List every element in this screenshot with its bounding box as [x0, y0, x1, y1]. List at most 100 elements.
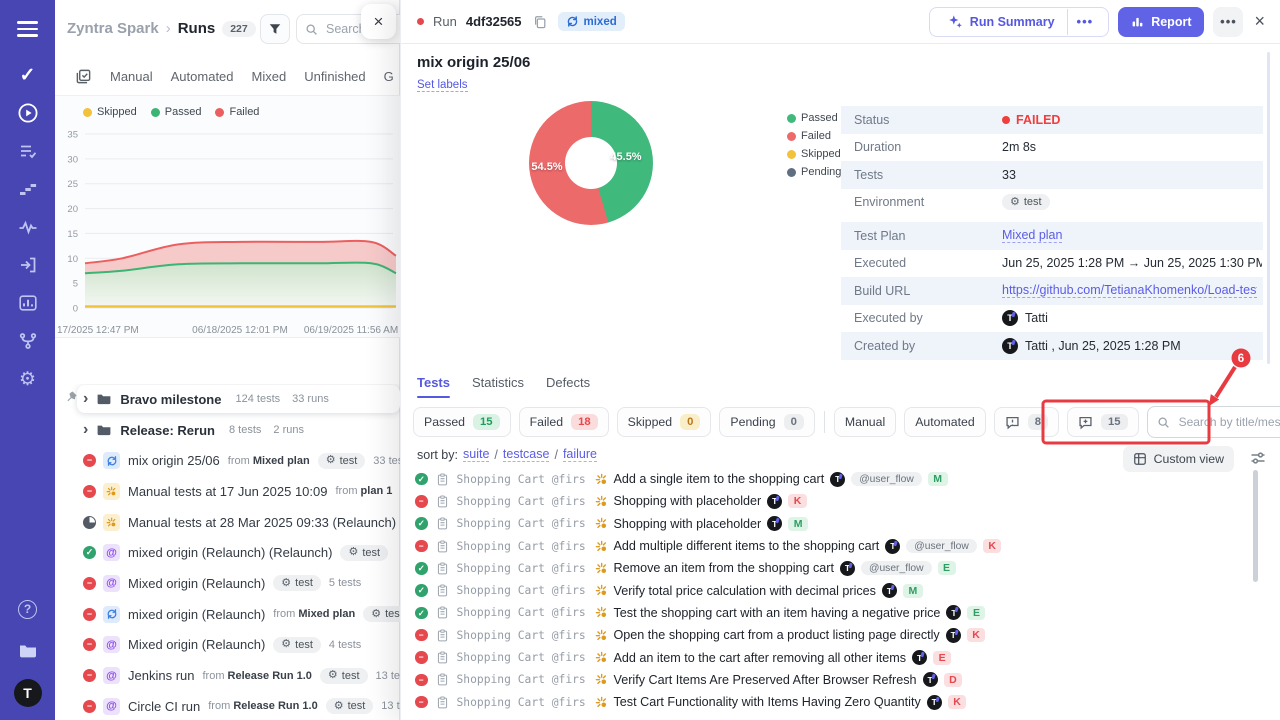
chevron-right-icon[interactable]: › [83, 422, 88, 438]
run-row[interactable]: −@Jenkins runfrom Release Run 1.0⚙test13… [55, 660, 400, 691]
tests-search-input[interactable] [1177, 414, 1280, 430]
svg-text:17/2025 12:47 PM: 17/2025 12:47 PM [57, 325, 139, 336]
run-row[interactable]: −@Circle CI runfrom Release Run 1.0⚙test… [55, 691, 400, 720]
manual-test-icon [595, 651, 608, 664]
report-button[interactable]: Report [1118, 7, 1204, 37]
settings-gear-icon[interactable]: ⚙ [9, 360, 47, 398]
launches-sign-in-icon[interactable] [9, 246, 47, 284]
test-row[interactable]: ✓Shopping Cart @first…Test the shopping … [401, 602, 1261, 624]
tab-statistics[interactable]: Statistics [472, 375, 524, 398]
legend-item-skipped[interactable]: Skipped [83, 106, 137, 118]
runs-tab-automated[interactable]: Automated [171, 69, 234, 84]
sliders-icon[interactable] [1250, 450, 1266, 469]
sort-link-suite[interactable]: suite [463, 447, 489, 462]
tests-search[interactable] [1147, 406, 1280, 438]
more-actions-icon[interactable]: ••• [1213, 7, 1243, 37]
assignee-badge: D [944, 673, 963, 687]
filter-chip-manual[interactable]: Manual [834, 407, 896, 437]
select-runs-icon[interactable] [75, 68, 92, 85]
legend-item-failed[interactable]: Failed [215, 106, 259, 118]
tab-defects[interactable]: Defects [546, 375, 590, 398]
manual-test-icon [595, 584, 608, 597]
filter-chip-comment-exclamation[interactable]: 8 [994, 407, 1059, 437]
copy-icon[interactable] [531, 13, 549, 31]
avatar: T [912, 650, 927, 665]
run-row[interactable]: −@Mixed origin (Relaunch)⚙test4 tests [55, 630, 400, 661]
runs-search[interactable] [296, 14, 416, 44]
test-row[interactable]: −Shopping Cart @first…Shopping with plac… [401, 490, 1261, 512]
integrations-branch-icon[interactable] [9, 322, 47, 360]
projects-folder-icon[interactable] [9, 632, 47, 670]
test-plan-link[interactable]: Mixed plan [1002, 228, 1062, 243]
milestone-row[interactable]: ›Bravo milestone124 tests33 runs [77, 385, 400, 413]
test-row[interactable]: −Shopping Cart @first…Verify Cart Items … [401, 669, 1261, 691]
test-row[interactable]: −Shopping Cart @first…Add multiple diffe… [401, 535, 1261, 557]
run-name: mix origin 25/06 [128, 453, 220, 468]
runs-tab-unfinished[interactable]: Unfinished [304, 69, 365, 84]
help-icon[interactable]: ? [9, 590, 47, 628]
sort-link-failure[interactable]: failure [563, 447, 597, 462]
milestones-steps-icon[interactable] [9, 170, 47, 208]
run-row[interactable]: ✓@mixed origin (Relaunch) (Relaunch)⚙tes… [55, 537, 400, 568]
test-row[interactable]: ✓Shopping Cart @first…Add a single item … [401, 468, 1261, 490]
donut-legend-passed[interactable]: Passed [787, 112, 841, 124]
filter-chip-comment-plus[interactable]: 15 [1067, 407, 1139, 437]
runs-tab-g[interactable]: G [384, 69, 394, 84]
run-label: Run [433, 14, 457, 29]
runs-header: Zyntra Spark › Runs 227 × [55, 0, 399, 58]
run-detail-tabs: Tests Statistics Defects [417, 375, 590, 398]
filter-button[interactable] [260, 14, 290, 44]
run-row[interactable]: −Manual tests at 17 Jun 2025 10:09from p… [55, 476, 400, 507]
legend-item-passed[interactable]: Passed [151, 106, 202, 118]
run-summary-button[interactable]: Run Summary ••• [929, 7, 1109, 37]
trend-legend: Skipped Passed Failed [83, 106, 259, 118]
run-row[interactable]: −mix origin 25/06from Mixed plan⚙test33 … [55, 445, 400, 476]
filter-chip-skipped[interactable]: Skipped0 [617, 407, 712, 437]
test-row[interactable]: −Shopping Cart @first…Test Cart Function… [401, 691, 1261, 713]
donut-legend-skipped[interactable]: Skipped [787, 148, 841, 160]
tab-tests[interactable]: Tests [417, 375, 450, 398]
menu-icon[interactable] [9, 10, 47, 48]
runs-tab-mixed[interactable]: Mixed [252, 69, 287, 84]
test-cases-list-icon[interactable] [9, 132, 47, 170]
chevron-right-icon[interactable]: › [83, 391, 88, 407]
test-row[interactable]: ✓Shopping Cart @first…Remove an item fro… [401, 557, 1261, 579]
sort-separator: / [494, 448, 497, 462]
filter-chip-automated[interactable]: Automated [904, 407, 985, 437]
manual-test-icon [595, 473, 608, 486]
set-labels-link[interactable]: Set labels [417, 79, 468, 92]
test-row[interactable]: −Shopping Cart @first…Open the shopping … [401, 624, 1261, 646]
milestone-row[interactable]: ›Release: Rerun8 tests2 runs [55, 415, 400, 446]
testcase-icon [436, 473, 449, 486]
user-avatar[interactable]: T [9, 674, 47, 712]
donut-legend-failed[interactable]: Failed [787, 130, 841, 142]
assignee-badge: K [983, 539, 1002, 553]
close-icon[interactable]: × [1252, 11, 1267, 32]
donut-legend-pending[interactable]: Pending [787, 166, 841, 178]
run-summary-more-icon[interactable]: ••• [1067, 9, 1103, 35]
test-runs-play-icon[interactable] [9, 94, 47, 132]
run-row[interactable]: Manual tests at 28 Mar 2025 09:33 (Relau… [55, 507, 400, 538]
filter-chip-failed[interactable]: Failed18 [519, 407, 609, 437]
status-failed: FAILED [1002, 113, 1060, 127]
details-scrollbar[interactable] [1267, 52, 1270, 364]
panel-close-button[interactable]: × [361, 4, 396, 39]
build-url-link[interactable]: https://github.com/TetianaKhomenko/Load-… [1002, 283, 1257, 298]
test-row[interactable]: ✓Shopping Cart @first…Shopping with plac… [401, 513, 1261, 535]
dashboards-chart-icon[interactable] [9, 284, 47, 322]
test-row[interactable]: −Shopping Cart @first…Add an item to the… [401, 646, 1261, 668]
activity-pulse-icon[interactable] [9, 208, 47, 246]
run-row[interactable]: −@Mixed origin (Relaunch)⚙test5 tests [55, 568, 400, 599]
tests-scrollbar[interactable] [1253, 470, 1258, 582]
filter-chip-passed[interactable]: Passed15 [413, 407, 511, 437]
sort-link-testcase[interactable]: testcase [503, 447, 550, 462]
project-name[interactable]: Zyntra Spark [67, 20, 159, 37]
runs-tab-manual[interactable]: Manual [110, 69, 153, 84]
detail-row-duration: Duration2m 8s [841, 134, 1263, 162]
tests-check-icon[interactable]: ✓ [9, 56, 47, 94]
testcase-icon [436, 584, 449, 597]
avatar: T [927, 695, 942, 710]
filter-chip-pending[interactable]: Pending0 [719, 407, 814, 437]
run-row[interactable]: −mixed origin (Relaunch)from Mixed plan⚙… [55, 599, 400, 630]
test-row[interactable]: ✓Shopping Cart @first…Verify total price… [401, 579, 1261, 601]
